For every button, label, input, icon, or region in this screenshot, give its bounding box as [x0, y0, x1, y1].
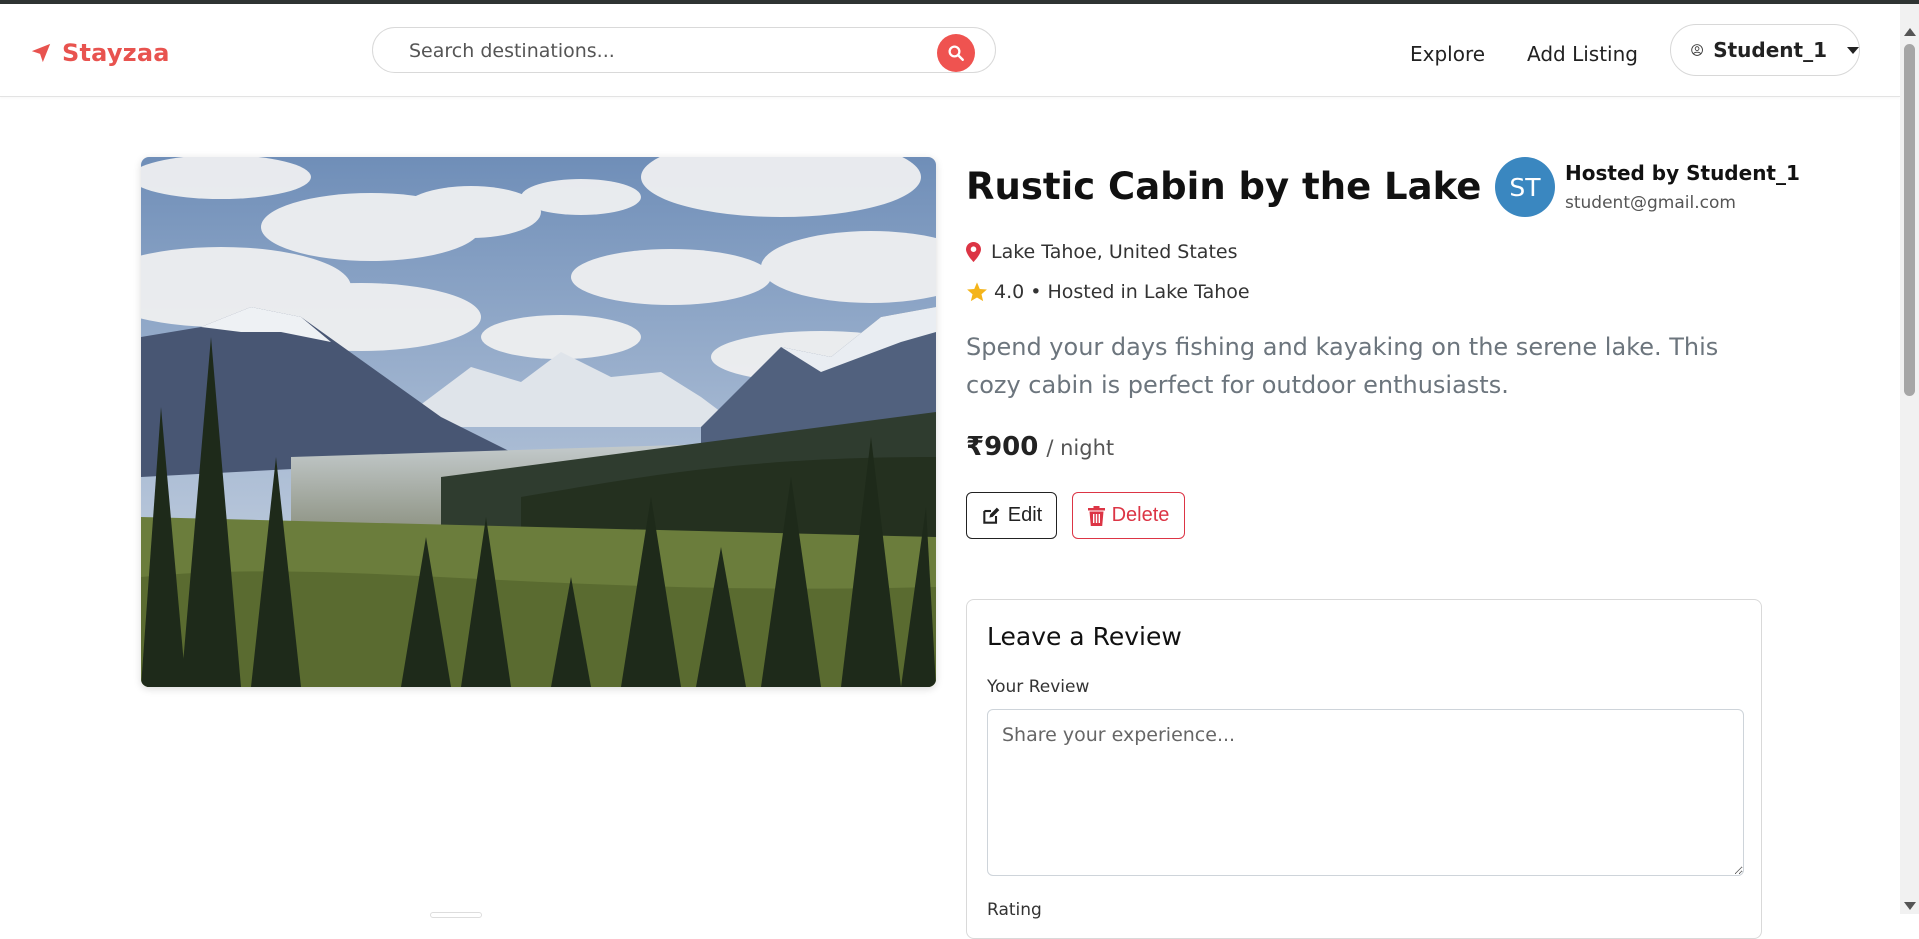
nav-link-explore[interactable]: Explore — [1410, 42, 1485, 66]
scrollbar-thumb[interactable] — [1904, 44, 1915, 396]
price-amount: ₹900 — [966, 432, 1039, 462]
nav-link-add-listing[interactable]: Add Listing — [1527, 42, 1638, 66]
user-name: Student_1 — [1713, 38, 1827, 62]
listing-description: Spend your days fishing and kayaking on … — [966, 333, 1719, 399]
page-scrollbar[interactable] — [1900, 4, 1919, 914]
rating-label: Rating — [987, 900, 1042, 920]
map-pin-icon — [966, 242, 981, 262]
delete-button-label: Delete — [1111, 504, 1170, 526]
chevron-down-icon — [1847, 46, 1859, 54]
listing-title: Rustic Cabin by the Lake — [966, 165, 1482, 208]
navbar: Stayzaa Explore Add Listing Student_1 — [0, 4, 1900, 97]
hosted-in-text: • Hosted in Lake Tahoe — [1030, 281, 1250, 303]
edit-button-label: Edit — [1007, 504, 1043, 526]
search-button[interactable] — [937, 34, 975, 72]
brand-name: Stayzaa — [62, 39, 170, 67]
price-unit: / night — [1046, 436, 1115, 460]
scroll-up-arrow-icon[interactable] — [1904, 28, 1916, 36]
review-textarea[interactable] — [987, 709, 1744, 876]
brand-logo[interactable]: Stayzaa — [30, 38, 170, 68]
host-name: Hosted by Student_1 — [1565, 161, 1800, 185]
review-label: Your Review — [987, 677, 1090, 697]
offscreen-control — [430, 912, 482, 918]
navigation-arrow-icon — [31, 43, 51, 63]
listing-rating: 4.0 • Hosted in Lake Tahoe — [966, 281, 1250, 303]
star-icon — [967, 282, 987, 302]
listing-photo — [141, 157, 936, 687]
listing-location: Lake Tahoe, United States — [966, 241, 1237, 263]
edit-icon — [983, 507, 1000, 524]
listing-price: ₹900 / night — [966, 432, 1114, 462]
delete-button[interactable]: Delete — [1072, 492, 1185, 539]
user-menu-button[interactable]: Student_1 — [1670, 24, 1860, 76]
scroll-down-arrow-icon[interactable] — [1904, 902, 1916, 910]
search-input[interactable] — [407, 36, 931, 66]
user-circle-icon — [1691, 44, 1703, 56]
host-email: student@gmail.com — [1565, 193, 1736, 213]
host-info: ST Hosted by Student_1 student@gmail.com — [1495, 157, 1800, 217]
search-bar — [372, 27, 996, 73]
host-avatar: ST — [1495, 157, 1555, 217]
location-text: Lake Tahoe, United States — [991, 241, 1238, 263]
search-icon — [948, 45, 964, 61]
review-form-card: Leave a Review Your Review Rating — [966, 599, 1762, 939]
edit-button[interactable]: Edit — [966, 492, 1057, 539]
rating-value: 4.0 — [994, 281, 1025, 303]
review-heading: Leave a Review — [987, 622, 1182, 651]
trash-icon — [1087, 505, 1105, 526]
